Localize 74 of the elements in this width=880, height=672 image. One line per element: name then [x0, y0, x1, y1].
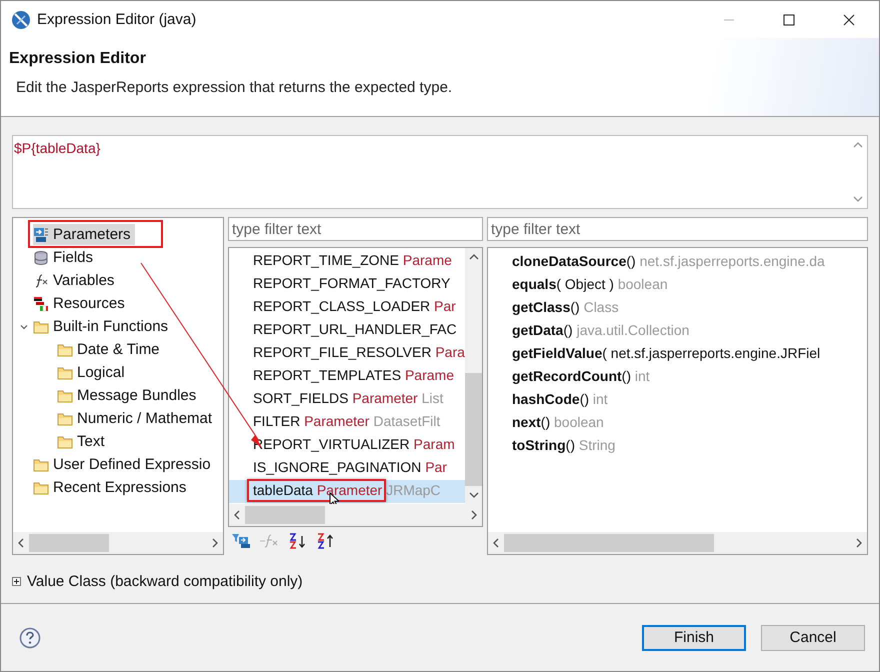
folder-icon [57, 364, 73, 380]
scroll-up-icon[interactable] [468, 253, 479, 261]
folder-icon [57, 434, 73, 450]
folder-icon [33, 456, 49, 472]
object-item[interactable]: REPORT_TEMPLATES Parame [229, 365, 465, 388]
expand-toggle[interactable] [12, 576, 21, 586]
section-label: Value Class (backward compatibility only) [27, 572, 303, 590]
scroll-left-icon[interactable] [17, 538, 25, 548]
horizontal-scrollbar[interactable] [13, 532, 223, 554]
method-item[interactable]: getData() java.util.Collection [512, 319, 867, 342]
tree-item[interactable]: Recent Expressions [33, 477, 190, 498]
dialog-button[interactable]: Cancel [761, 624, 865, 650]
object-item[interactable]: tableData Parameter JRMapC [229, 480, 465, 503]
object-item[interactable]: REPORT_CLASS_LOADER Par [229, 296, 465, 319]
method-item[interactable]: cloneDataSource() net.sf.jasperreports.engine.da [512, 250, 867, 273]
tree-item[interactable]: Fields [33, 247, 98, 268]
object-item[interactable]: FILTER Parameter DatasetFilt [229, 411, 465, 434]
method-item[interactable]: getClass() Class [512, 296, 867, 319]
method-item[interactable]: getRecordCount() int [512, 365, 867, 388]
scroll-right-icon[interactable] [211, 538, 219, 548]
dialog-description: Edit the JasperReports expression that returns the expected type. [16, 79, 454, 96]
tree-item[interactable]: Logical [57, 362, 129, 383]
vertical-scrollbar[interactable] [464, 248, 482, 504]
scroll-down-icon[interactable] [853, 195, 863, 203]
tree-item[interactable]: User Defined Expressio [33, 454, 215, 475]
object-item[interactable]: REPORT_FORMAT_FACTORY [229, 273, 465, 296]
object-item[interactable]: SORT_FIELDS Parameter List [229, 388, 465, 411]
tree-item[interactable]: Variables [33, 270, 118, 291]
filter-field[interactable]: type filter text [487, 217, 868, 241]
tree-item[interactable]: Numeric / Mathemat [57, 408, 216, 429]
method-item[interactable]: next() boolean [512, 411, 867, 434]
dialog-title: Expression Editor [9, 50, 147, 68]
database-icon [33, 250, 49, 266]
folder-icon [57, 342, 73, 358]
help-icon[interactable] [19, 626, 41, 648]
filter-parameters-icon[interactable] [232, 533, 252, 549]
tree-item[interactable]: Resources [33, 293, 129, 314]
filter-field[interactable]: type filter text [228, 217, 483, 241]
method-item[interactable]: hashCode() int [512, 388, 867, 411]
object-item[interactable]: REPORT_URL_HANDLER_FAC [229, 319, 465, 342]
tree-item[interactable]: Built-in Functions [33, 316, 172, 337]
method-item[interactable]: toString() String [512, 434, 867, 457]
method-item[interactable]: equals( Object ) boolean [512, 273, 867, 296]
object-item[interactable]: REPORT_TIME_ZONE Parame [229, 250, 465, 273]
sort-descending-icon[interactable] [316, 533, 336, 549]
tree-item[interactable]: Message Bundles [57, 385, 200, 406]
parameters-icon [33, 226, 49, 242]
function-icon [33, 272, 49, 288]
scroll-left-icon[interactable] [492, 538, 500, 548]
method-item[interactable]: getFieldValue( net.sf.jasperreports.engine.JRFiel [512, 342, 867, 365]
tree-item[interactable]: Parameters [33, 224, 135, 245]
folder-icon [33, 318, 49, 334]
dialog-button[interactable]: Finish [642, 624, 746, 650]
close-icon[interactable] [843, 14, 855, 26]
object-item[interactable]: IS_IGNORE_PAGINATION Par [229, 457, 465, 480]
expression-field[interactable]: $P{tableData} [12, 135, 868, 209]
sort-ascending-icon[interactable] [288, 533, 308, 549]
scroll-down-icon[interactable] [468, 491, 479, 499]
tree-item[interactable]: Text [57, 431, 109, 452]
flags-icon [33, 296, 49, 312]
scroll-left-icon[interactable] [233, 510, 241, 520]
scroll-up-icon[interactable] [853, 141, 863, 149]
tree-item[interactable]: Date & Time [57, 339, 164, 360]
folder-icon [57, 410, 73, 426]
folder-icon [57, 388, 73, 404]
eclipse-icon [11, 10, 31, 30]
window-title: Expression Editor (java) [37, 11, 196, 28]
maximize-icon[interactable] [783, 14, 795, 26]
horizontal-scrollbar[interactable] [229, 504, 482, 526]
horizontal-scrollbar[interactable] [488, 532, 867, 554]
object-item[interactable]: REPORT_FILE_RESOLVER Para [229, 342, 465, 365]
scroll-right-icon[interactable] [855, 538, 863, 548]
folder-icon [33, 480, 49, 496]
scroll-right-icon[interactable] [470, 510, 478, 520]
